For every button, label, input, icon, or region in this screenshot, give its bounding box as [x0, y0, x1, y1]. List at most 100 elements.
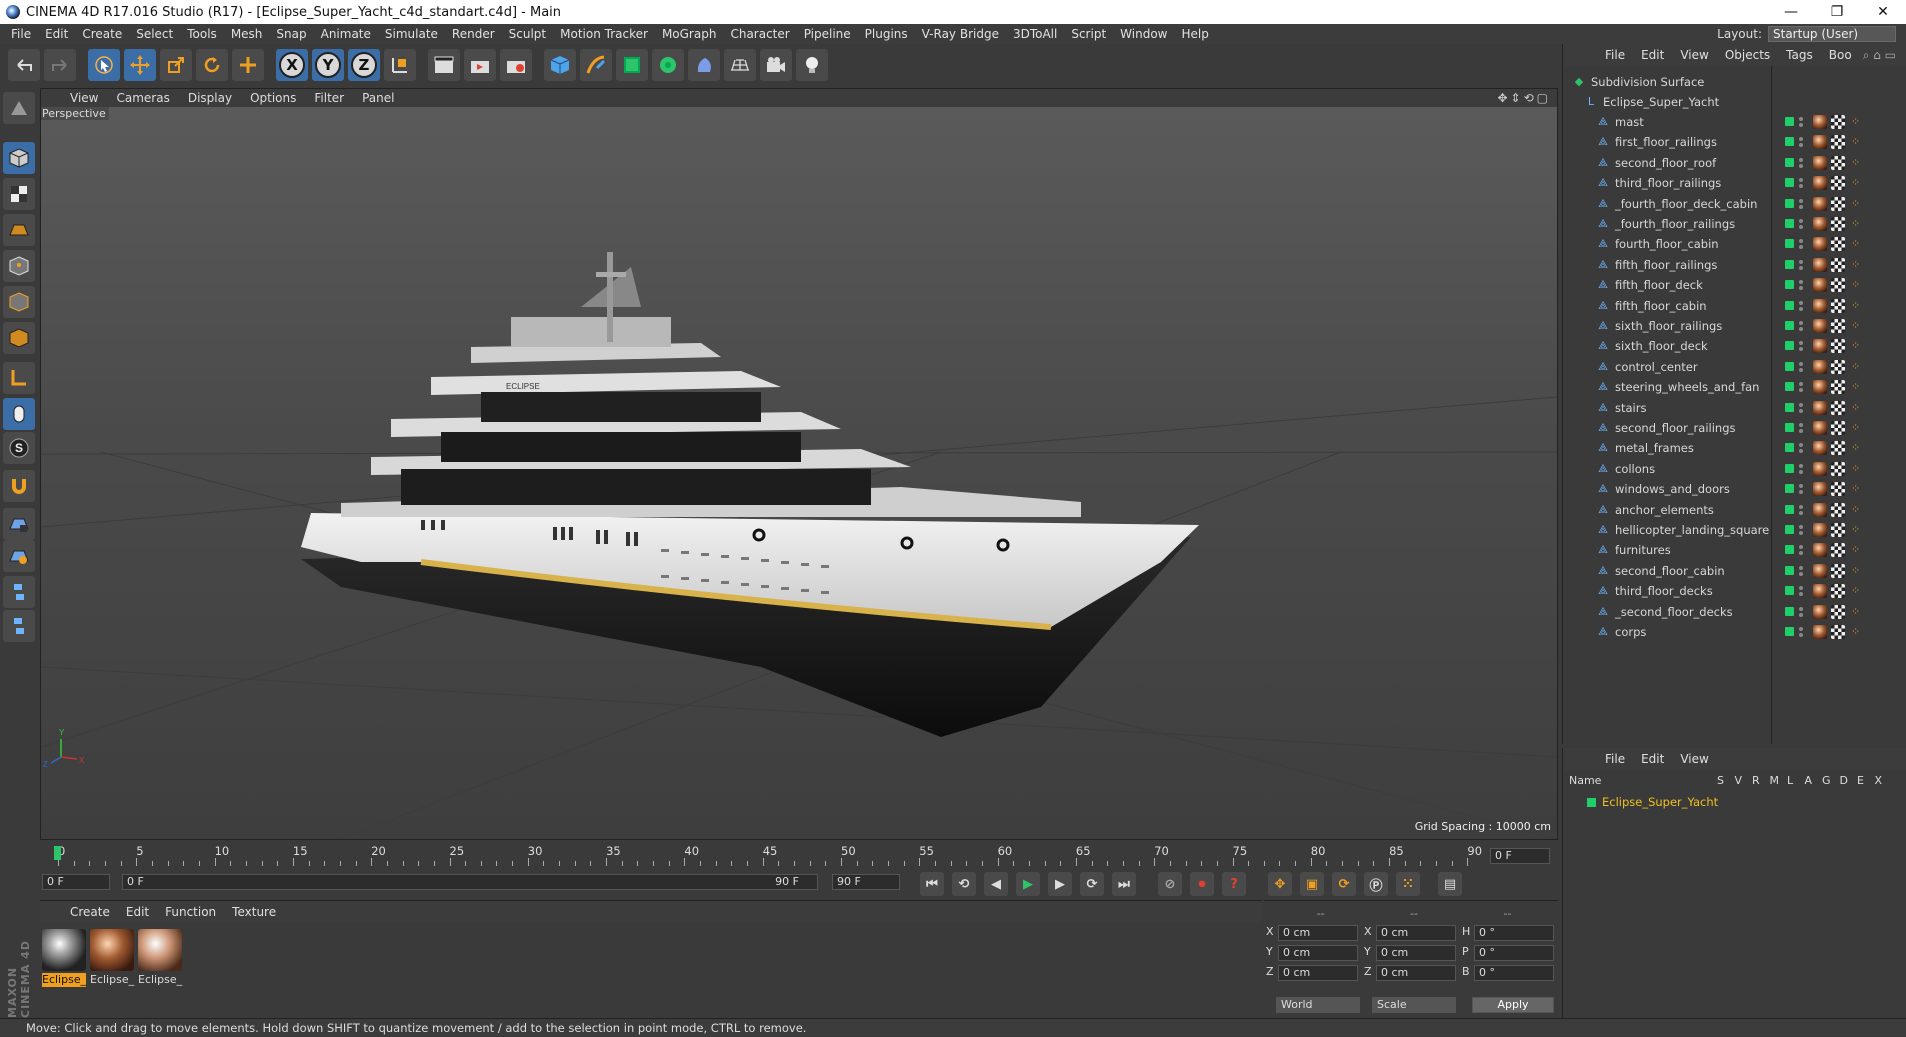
phong-tag-icon[interactable]: ⁘: [1851, 503, 1860, 516]
phong-tag-icon[interactable]: ⁘: [1851, 401, 1860, 414]
visibility-render-dot[interactable]: [1799, 143, 1803, 148]
goto-start-button[interactable]: ⏮: [920, 872, 944, 896]
material-tag-icon[interactable]: [1813, 543, 1827, 558]
layer-color-tag[interactable]: [1785, 300, 1794, 310]
current-frame-field[interactable]: 0 F: [1490, 848, 1550, 864]
end-frame-field[interactable]: 90 F: [832, 874, 900, 890]
visibility-render-dot[interactable]: [1799, 510, 1803, 515]
make-editable-button[interactable]: [3, 92, 35, 124]
render-settings-button[interactable]: [500, 49, 532, 81]
menu-tools[interactable]: Tools: [180, 27, 224, 41]
texture-tag-icon[interactable]: [1831, 176, 1845, 191]
visibility-render-dot[interactable]: [1799, 184, 1803, 189]
tweak-mode-button[interactable]: [3, 398, 35, 430]
visibility-render-dot[interactable]: [1799, 408, 1803, 413]
phong-tag-icon[interactable]: ⁘: [1851, 564, 1860, 577]
playhead[interactable]: [54, 846, 61, 860]
material-tag-icon[interactable]: [1813, 441, 1827, 456]
tree-row[interactable]: ⟁ first_floor_railings ⁘: [1563, 132, 1906, 152]
coord-position-field[interactable]: 0 cm: [1278, 965, 1358, 981]
tree-row[interactable]: ⟁ fifth_floor_cabin ⁘: [1563, 296, 1906, 316]
layer-column-header[interactable]: X: [1875, 774, 1883, 787]
material-tag-icon[interactable]: [1813, 584, 1827, 599]
texture-tag-icon[interactable]: [1831, 380, 1845, 395]
prev-key-button[interactable]: ⟲: [952, 872, 976, 896]
phong-tag-icon[interactable]: ⁘: [1851, 237, 1860, 250]
object-menu-file[interactable]: File: [1597, 48, 1633, 62]
material-tag-icon[interactable]: [1813, 502, 1827, 517]
material-swatch-1[interactable]: [42, 929, 86, 971]
layer-color-tag[interactable]: [1785, 239, 1794, 249]
layer-column-header[interactable]: E: [1857, 774, 1864, 787]
scale-tool[interactable]: [160, 49, 192, 81]
texture-tag-icon[interactable]: [1831, 359, 1845, 374]
undo-button[interactable]: [8, 49, 40, 81]
layer-column-header[interactable]: G: [1822, 774, 1831, 787]
material-tag-icon[interactable]: [1813, 461, 1827, 476]
menu-select[interactable]: Select: [129, 27, 180, 41]
tree-row[interactable]: ⟁ stairs ⁘: [1563, 398, 1906, 418]
phong-tag-icon[interactable]: ⁘: [1851, 176, 1860, 189]
floor-button[interactable]: [724, 49, 756, 81]
visibility-editor-dot[interactable]: [1799, 280, 1803, 285]
phong-tag-icon[interactable]: ⁘: [1851, 217, 1860, 230]
layer-color-tag[interactable]: [1785, 137, 1794, 147]
points-mode-button[interactable]: [3, 250, 35, 282]
texture-mode-button[interactable]: [3, 178, 35, 210]
menu-3dtoall[interactable]: 3DToAll: [1006, 27, 1064, 41]
phong-tag-icon[interactable]: ⁘: [1851, 584, 1860, 597]
object-menu-bookmarks[interactable]: Boo: [1821, 48, 1860, 62]
key-position-button[interactable]: ✥: [1268, 872, 1292, 896]
visibility-editor-dot[interactable]: [1799, 259, 1803, 264]
texture-tag-icon[interactable]: [1831, 421, 1845, 435]
tree-row[interactable]: ⟁ third_floor_railings ⁘: [1563, 173, 1906, 193]
key-rotation-button[interactable]: ⟳: [1332, 872, 1356, 896]
cloner-button[interactable]: [652, 49, 684, 81]
visibility-editor-dot[interactable]: [1799, 137, 1803, 142]
visibility-render-dot[interactable]: [1799, 347, 1803, 352]
material-tag-icon[interactable]: [1813, 319, 1827, 333]
deformer-button[interactable]: [688, 49, 720, 81]
layer-column-header[interactable]: D: [1840, 774, 1848, 787]
magnet-button[interactable]: [3, 470, 35, 502]
material-menu-function[interactable]: Function: [157, 905, 224, 919]
visibility-render-dot[interactable]: [1799, 388, 1803, 393]
x-axis-lock[interactable]: X: [276, 49, 308, 81]
material-tag-icon[interactable]: [1813, 359, 1827, 374]
viewport-menu-cameras[interactable]: Cameras: [107, 91, 178, 105]
recent-tool[interactable]: [232, 49, 264, 81]
material-tag-icon[interactable]: [1813, 278, 1827, 293]
visibility-editor-dot[interactable]: [1799, 117, 1803, 121]
record-button[interactable]: ⏺: [1190, 872, 1214, 896]
material-menu-texture[interactable]: Texture: [224, 905, 284, 919]
texture-tag-icon[interactable]: [1831, 461, 1845, 476]
layer-color-tag[interactable]: [1785, 423, 1794, 432]
coordinate-system-button[interactable]: [384, 49, 416, 81]
texture-tag-icon[interactable]: [1831, 135, 1845, 150]
tree-row[interactable]: ⟁ windows_and_doors ⁘: [1563, 479, 1906, 499]
layer-color-tag[interactable]: [1785, 157, 1794, 167]
layout-dropdown[interactable]: Startup (User): [1768, 26, 1896, 42]
polygons-mode-button[interactable]: [3, 322, 35, 354]
texture-tag-icon[interactable]: [1831, 563, 1845, 578]
visibility-render-dot[interactable]: [1799, 592, 1803, 597]
layer-color-tag[interactable]: [1785, 198, 1794, 208]
tree-row[interactable]: ⟁ _fourth_floor_deck_cabin ⁘: [1563, 194, 1906, 214]
menu-create[interactable]: Create: [75, 27, 129, 41]
layer-color-tag[interactable]: [1785, 463, 1794, 473]
visibility-render-dot[interactable]: [1799, 265, 1803, 270]
viewport-menu-view[interactable]: View: [61, 91, 107, 105]
layer-column-header[interactable]: V: [1735, 774, 1743, 787]
material-tag-icon[interactable]: [1813, 176, 1827, 191]
menu-script[interactable]: Script: [1064, 27, 1113, 41]
phong-tag-icon[interactable]: ⁘: [1851, 258, 1860, 271]
coord-mode-dropdown[interactable]: World: [1276, 997, 1360, 1013]
visibility-editor-dot[interactable]: [1799, 300, 1803, 305]
timeline-layout-button[interactable]: ▤: [1438, 872, 1462, 896]
workplane-mode-button[interactable]: [3, 214, 35, 246]
motion-path-button[interactable]: ⊘: [1158, 872, 1182, 896]
material-menu-edit[interactable]: Edit: [118, 905, 157, 919]
visibility-render-dot[interactable]: [1799, 204, 1803, 209]
material-tag-icon[interactable]: [1813, 421, 1827, 435]
object-menu-tags[interactable]: Tags: [1778, 48, 1821, 62]
